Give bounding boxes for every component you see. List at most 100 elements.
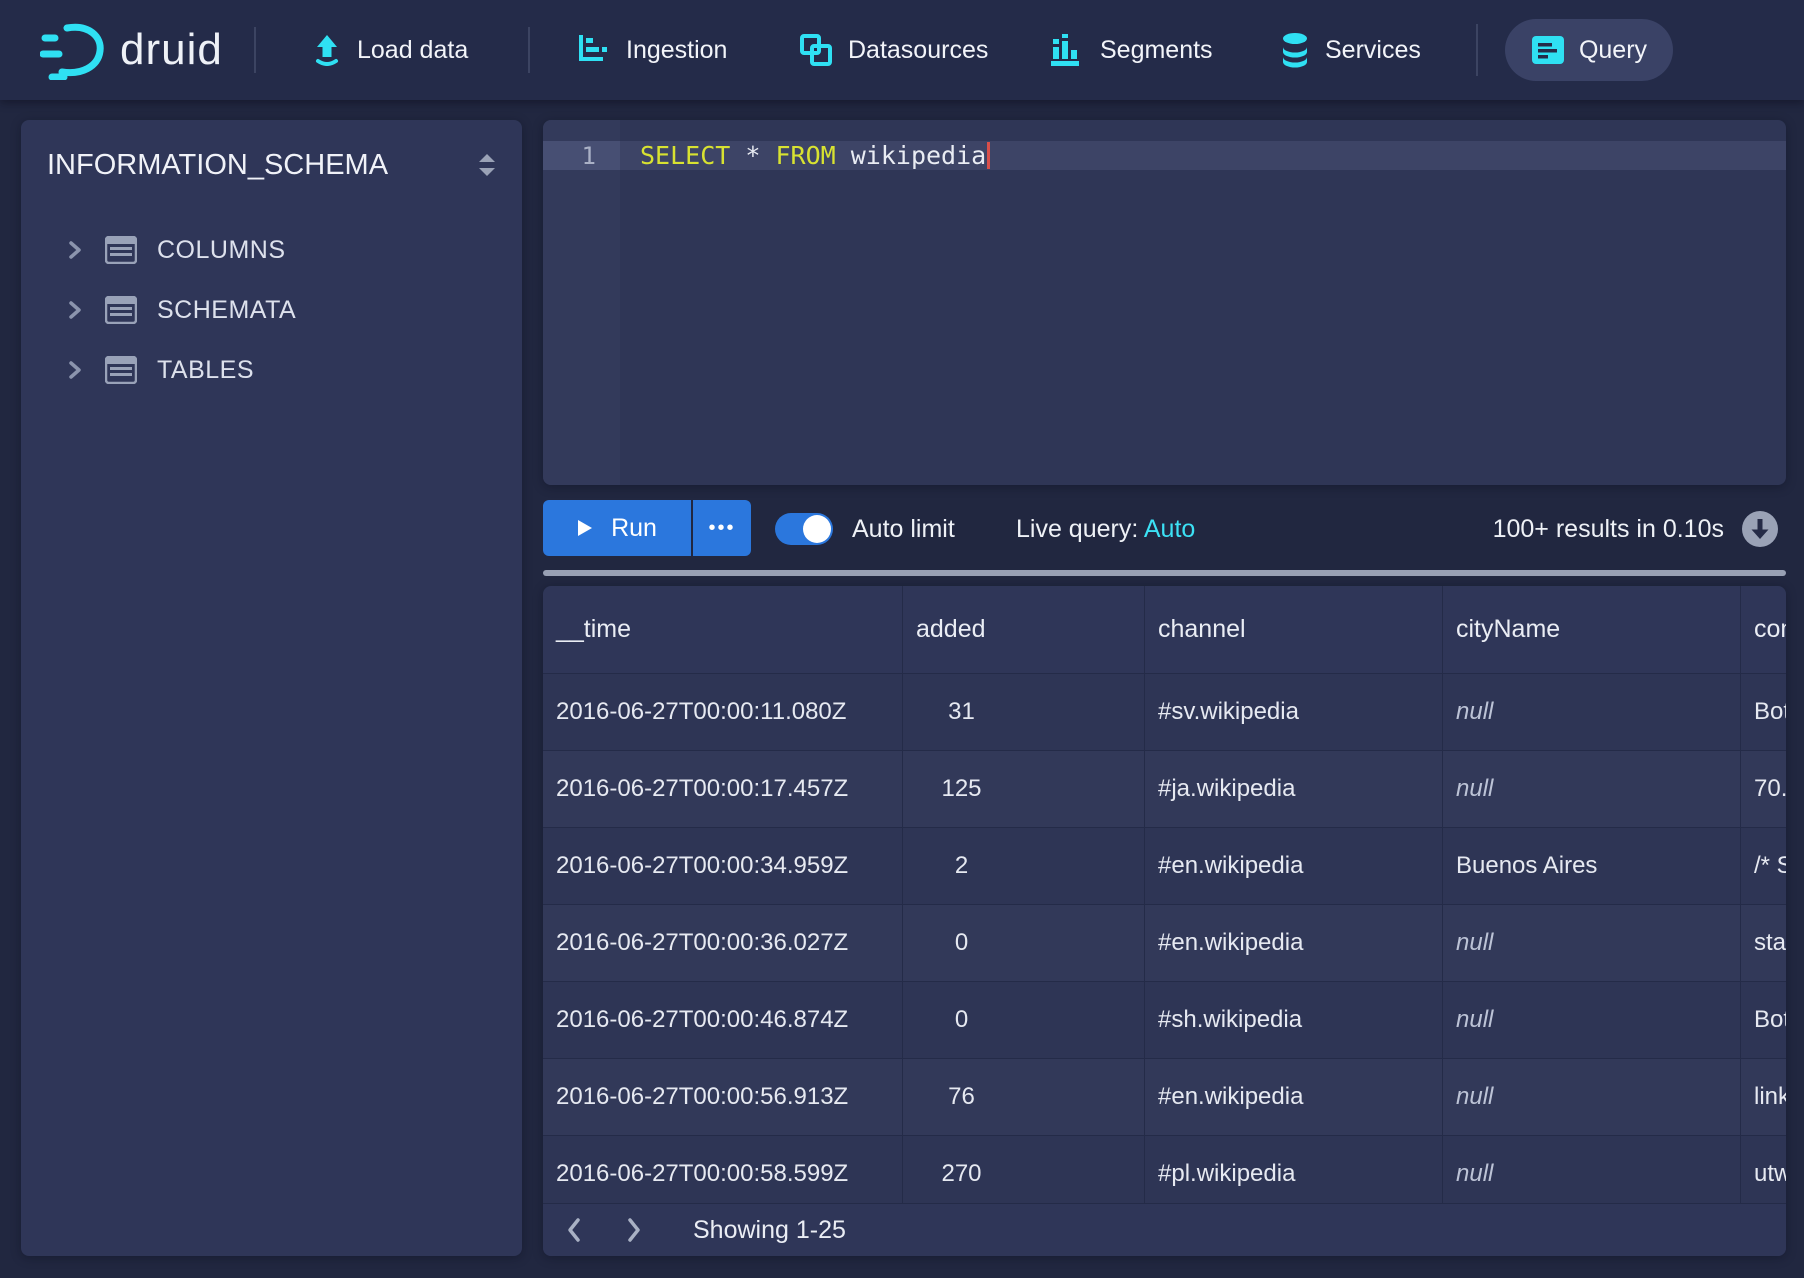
sql-editor[interactable]: 1 SELECT * FROM wikipedia <box>543 120 1786 485</box>
table-cell[interactable]: #pl.wikipedia <box>1144 1136 1442 1203</box>
nav-item-load-data[interactable]: Load data <box>312 0 468 100</box>
table-cell[interactable]: #en.wikipedia <box>1144 1059 1442 1135</box>
column-header-channel[interactable]: channel <box>1144 586 1442 673</box>
table-row[interactable]: 2016-06-27T00:00:11.080Z31#sv.wikipedian… <box>543 673 1786 750</box>
table-row[interactable]: 2016-06-27T00:00:56.913Z76#en.wikipedian… <box>543 1058 1786 1135</box>
tree-item-schemata[interactable]: SCHEMATA <box>21 280 522 340</box>
nav-item-label: Load data <box>357 36 468 65</box>
table-row[interactable]: 2016-06-27T00:00:17.457Z125#ja.wikipedia… <box>543 750 1786 827</box>
table-icon <box>105 296 137 324</box>
table-cell[interactable]: 2016-06-27T00:00:17.457Z <box>543 751 902 827</box>
live-query-mode-link[interactable]: Auto <box>1144 515 1195 543</box>
tree-item-label: SCHEMATA <box>157 296 296 325</box>
tree-item-columns[interactable]: COLUMNS <box>21 220 522 280</box>
table-cell[interactable]: sta <box>1740 905 1786 981</box>
ingestion-chart-icon <box>577 34 611 66</box>
column-header-added[interactable]: added <box>902 586 1144 673</box>
table-cell[interactable]: #en.wikipedia <box>1144 905 1442 981</box>
table-cell[interactable]: null <box>1442 1059 1740 1135</box>
auto-limit-toggle[interactable] <box>775 513 833 545</box>
table-cell[interactable]: 2016-06-27T00:00:56.913Z <box>543 1059 902 1135</box>
table-cell[interactable]: 0 <box>902 905 1144 981</box>
table-cell[interactable]: Bot <box>1740 982 1786 1058</box>
table-cell[interactable]: 0 <box>902 982 1144 1058</box>
nav-item-ingestion[interactable]: Ingestion <box>577 0 727 100</box>
tree-item-tables[interactable]: TABLES <box>21 340 522 400</box>
table-cell[interactable]: utw <box>1740 1136 1786 1203</box>
nav-separator <box>528 27 530 73</box>
schema-select[interactable]: INFORMATION_SCHEMA <box>21 136 522 194</box>
table-cell[interactable]: 2016-06-27T00:00:58.599Z <box>543 1136 902 1203</box>
nav-item-label: Services <box>1325 36 1421 65</box>
table-icon <box>105 356 137 384</box>
table-row[interactable]: 2016-06-27T00:00:36.027Z0#en.wikipedianu… <box>543 904 1786 981</box>
next-page-button[interactable] <box>617 1213 651 1247</box>
table-cell[interactable]: null <box>1442 1136 1740 1203</box>
tree-item-label: COLUMNS <box>157 236 286 265</box>
table-cell[interactable]: #sv.wikipedia <box>1144 674 1442 750</box>
schema-tree: COLUMNS SCHEMATA <box>21 220 522 400</box>
live-query-label: Live query: Auto <box>1016 515 1195 544</box>
nav-item-label: Ingestion <box>626 36 727 65</box>
table-cell[interactable]: 125 <box>902 751 1144 827</box>
table-cell[interactable]: 2016-06-27T00:00:34.959Z <box>543 828 902 904</box>
panel-resize-divider[interactable] <box>543 570 1786 576</box>
table-cell[interactable]: null <box>1442 905 1740 981</box>
play-icon <box>577 519 593 537</box>
double-caret-vertical-icon <box>478 153 496 177</box>
table-row[interactable]: 2016-06-27T00:00:46.874Z0#sh.wikipedianu… <box>543 981 1786 1058</box>
table-cell[interactable]: null <box>1442 674 1740 750</box>
results-table: __time added channel cityName comment 20… <box>543 586 1786 1256</box>
table-row[interactable]: 2016-06-27T00:00:58.599Z270#pl.wikipedia… <box>543 1135 1786 1203</box>
sql-code-line[interactable]: SELECT * FROM wikipedia <box>640 141 990 170</box>
table-cell[interactable]: null <box>1442 982 1740 1058</box>
column-header-time[interactable]: __time <box>543 586 902 673</box>
druid-logo[interactable]: druid <box>40 0 223 100</box>
nav-item-label: Segments <box>1100 36 1213 65</box>
nav-item-label: Datasources <box>848 36 988 65</box>
table-cell[interactable]: 70. <box>1740 751 1786 827</box>
table-cell[interactable]: #ja.wikipedia <box>1144 751 1442 827</box>
nav-separator <box>1476 24 1478 76</box>
table-row[interactable]: 2016-06-27T00:00:34.959Z2#en.wikipediaBu… <box>543 827 1786 904</box>
druid-logo-icon <box>40 20 106 80</box>
run-button[interactable]: Run <box>543 500 691 556</box>
table-cell[interactable]: /* S <box>1740 828 1786 904</box>
column-header-cityname[interactable]: cityName <box>1442 586 1740 673</box>
table-cell[interactable]: 2 <box>902 828 1144 904</box>
table-cell[interactable]: 2016-06-27T00:00:11.080Z <box>543 674 902 750</box>
schema-select-value: INFORMATION_SCHEMA <box>47 149 478 182</box>
table-cell[interactable]: Buenos Aires <box>1442 828 1740 904</box>
nav-item-datasources[interactable]: Datasources <box>799 0 988 100</box>
showing-range-label: Showing 1-25 <box>693 1216 846 1245</box>
table-cell[interactable]: 270 <box>902 1136 1144 1203</box>
table-cell[interactable]: 76 <box>902 1059 1144 1135</box>
download-results-icon[interactable] <box>1741 510 1779 548</box>
table-cell[interactable]: #sh.wikipedia <box>1144 982 1442 1058</box>
chevron-right-icon <box>65 358 85 382</box>
table-cell[interactable]: null <box>1442 751 1740 827</box>
nav-item-services[interactable]: Services <box>1280 0 1421 100</box>
table-cell[interactable]: Bot <box>1740 674 1786 750</box>
table-icon <box>105 236 137 264</box>
run-button-label: Run <box>611 514 657 543</box>
table-cell[interactable]: 2016-06-27T00:00:36.027Z <box>543 905 902 981</box>
brand-wordmark: druid <box>120 25 223 75</box>
table-cell[interactable]: #en.wikipedia <box>1144 828 1442 904</box>
more-options-button[interactable]: ••• <box>693 500 751 556</box>
results-rows: 2016-06-27T00:00:11.080Z31#sv.wikipedian… <box>543 673 1786 1203</box>
previous-page-button[interactable] <box>557 1213 591 1247</box>
upload-icon <box>312 34 342 66</box>
text-cursor <box>987 142 990 169</box>
nav-item-segments[interactable]: Segments <box>1049 0 1213 100</box>
table-cell[interactable]: 31 <box>902 674 1144 750</box>
table-cell[interactable]: 2016-06-27T00:00:46.874Z <box>543 982 902 1058</box>
database-icon <box>1280 32 1310 68</box>
table-cell[interactable]: link <box>1740 1059 1786 1135</box>
nav-item-query-active[interactable]: Query <box>1505 19 1673 81</box>
results-header-row: __time added channel cityName comment <box>543 586 1786 673</box>
ellipsis-icon: ••• <box>708 517 735 540</box>
column-header-comment[interactable]: comment <box>1740 586 1786 673</box>
chevron-right-icon <box>65 238 85 262</box>
navbar: druid Load data Ingestion <box>0 0 1804 100</box>
